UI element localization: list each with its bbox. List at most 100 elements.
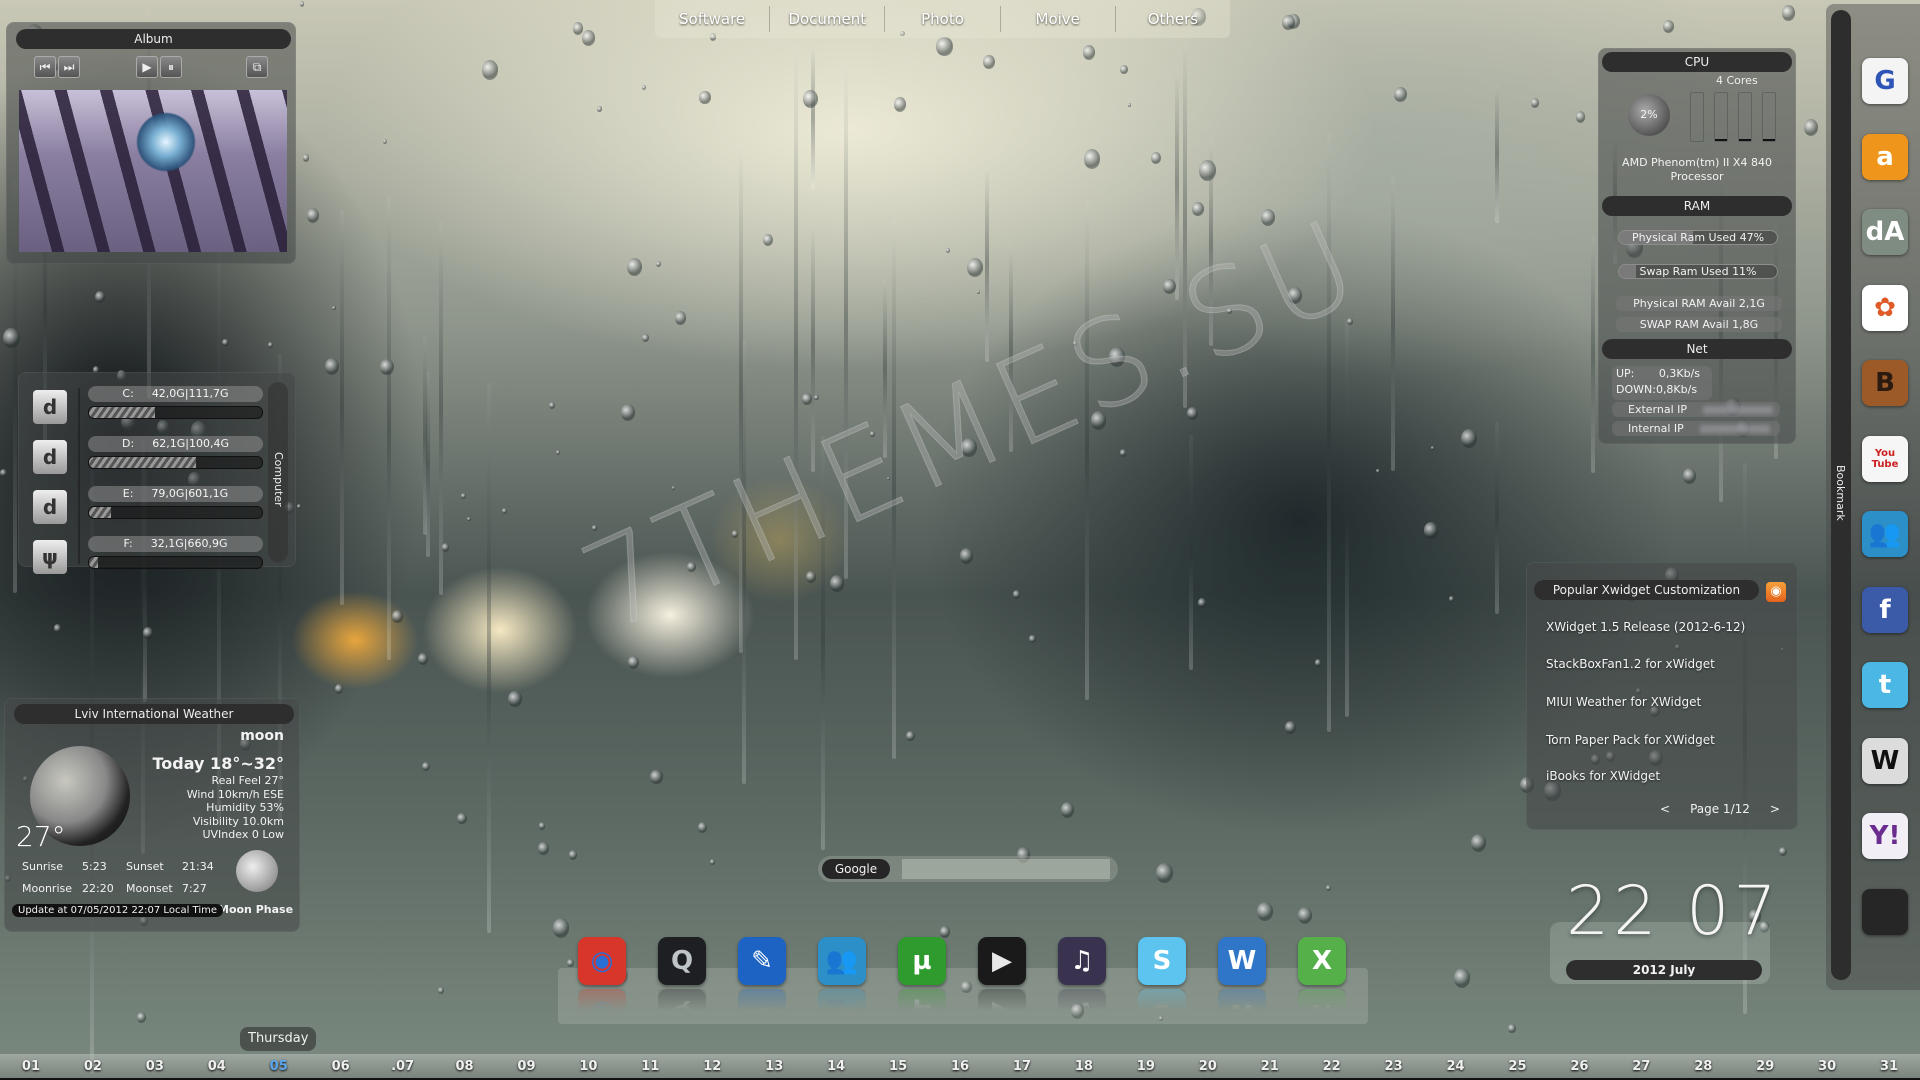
rain-drop [1298,906,1313,924]
dock-chrome-icon[interactable]: ◉ [578,937,626,985]
drive-e[interactable]: d E: 79,0G|601,1G [18,486,278,534]
rain-streak [810,45,815,189]
calendar-day[interactable]: 26 [1548,1054,1610,1078]
calendar-day-today[interactable]: 05 [248,1054,310,1078]
computer-tab[interactable]: Computer [268,382,288,562]
calendar-day[interactable]: 25 [1487,1054,1549,1078]
drive-c[interactable]: d C: 42,0G|111,7G [18,386,278,434]
drive-d[interactable]: d D: 62,1G|100,4G [18,436,278,484]
dock-media-player-icon[interactable]: ▶ [978,937,1026,985]
calendar-day[interactable]: 02 [62,1054,124,1078]
calendar-day[interactable]: 31 [1858,1054,1920,1078]
pause-button[interactable]: ⏸ [160,56,182,78]
dock-utorrent-icon[interactable]: µ [898,937,946,985]
bookmark-wikipedia-icon[interactable]: W [1862,737,1908,784]
rss-item[interactable]: Torn Paper Pack for XWidget [1546,733,1715,747]
bookmark-blogger-icon[interactable]: B [1862,360,1908,406]
calendar-day[interactable]: 19 [1115,1054,1177,1078]
calendar-day[interactable]: 13 [743,1054,805,1078]
search-engine-button[interactable]: Google [822,859,890,879]
calendar-day[interactable]: 01 [0,1054,62,1078]
rss-item[interactable]: iBooks for XWidget [1546,769,1660,783]
album-photo[interactable] [19,90,287,252]
rss-item[interactable]: MIUI Weather for XWidget [1546,695,1701,709]
rain-drop [0,468,7,477]
calendar-day[interactable]: 22 [1301,1054,1363,1078]
dock-skype-icon[interactable]: S [1138,937,1186,985]
bookmark-facebook-icon[interactable]: f [1862,586,1908,633]
moon-phase-icon [236,850,278,892]
next-button[interactable]: ⏭ [58,56,80,78]
sunrise-label: Sunrise [22,860,64,873]
drive-used: 79,0G [151,487,185,500]
drive-letter: E: [122,487,134,500]
bookmark-amazon-icon[interactable]: a [1862,133,1908,180]
calendar-day[interactable]: 17 [991,1054,1053,1078]
rain-drop [1155,862,1173,883]
calendar-day[interactable]: 15 [867,1054,929,1078]
calendar-day[interactable]: 16 [929,1054,991,1078]
category-document[interactable]: Document [770,6,886,32]
dock-excel-icon[interactable]: X [1298,937,1346,985]
drive-total: 660,9G [187,537,228,550]
rain-streak [984,165,989,362]
drive-f[interactable]: ψ F: 32,1G|660,9G [18,536,278,584]
calendar-day[interactable]: 06 [310,1054,372,1078]
upload-speed: UP: 0,3Kb/s [1616,367,1700,380]
rss-item[interactable]: XWidget 1.5 Release (2012-6-12) [1546,620,1745,634]
bookmark-twitter-icon[interactable]: t [1862,662,1908,708]
calendar-day[interactable]: 27 [1610,1054,1672,1078]
bookmark-yahoo-icon[interactable]: Y! [1862,813,1908,859]
usb-drive-icon: ψ [33,540,67,574]
previous-icon: ⏮ [39,59,51,74]
calendar-day[interactable]: 23 [1363,1054,1425,1078]
bookmark-apple-icon[interactable] [1862,888,1908,935]
play-button[interactable]: ▶ [136,56,158,78]
bookmark-messenger-icon[interactable]: 👥 [1862,511,1908,557]
physical-ram-used-value: 47% [1739,231,1765,244]
calendar-day[interactable]: 09 [496,1054,558,1078]
calendar-day[interactable]: 03 [124,1054,186,1078]
calendar-day[interactable]: 29 [1734,1054,1796,1078]
category-photo[interactable]: Photo [885,6,1001,32]
bookmark-google-icon[interactable]: G [1862,58,1908,104]
calendar-day[interactable]: 24 [1425,1054,1487,1078]
search-input[interactable] [902,859,1110,879]
dock-word-icon[interactable]: W [1218,937,1266,985]
prev-page-button[interactable]: < [1660,802,1670,816]
bookmark-live-icon[interactable]: ✿ [1862,284,1908,331]
calendar-day[interactable]: 11 [619,1054,681,1078]
rain-drop [763,233,774,246]
calendar-day[interactable]: 28 [1672,1054,1734,1078]
category-movie[interactable]: Moive [1001,6,1116,32]
calendar-day[interactable]: .07 [372,1054,434,1078]
calendar-day[interactable]: 18 [1053,1054,1115,1078]
rss-item[interactable]: StackBoxFan1.2 for xWidget [1546,657,1715,671]
calendar-day[interactable]: 21 [1239,1054,1301,1078]
rain-drop [699,90,711,105]
calendar-day[interactable]: 08 [434,1054,496,1078]
bookmark-youtube-icon[interactable]: You Tube [1862,435,1908,482]
calendar-day[interactable]: 12 [681,1054,743,1078]
calendar-day[interactable]: 30 [1796,1054,1858,1078]
calendar-day[interactable]: 10 [557,1054,619,1078]
category-software[interactable]: Software [655,6,771,32]
rss-feed-icon[interactable]: ◉ [1766,582,1786,602]
dock-messenger-icon[interactable]: 👥 [818,937,866,985]
dock-quicktime-icon[interactable]: Q [658,937,706,985]
window-mode-button[interactable]: ⧉ [246,56,268,78]
rain-drop [940,926,950,938]
calendar-day[interactable]: 14 [805,1054,867,1078]
calendar-day[interactable]: 04 [186,1054,248,1078]
previous-button[interactable]: ⏮ [34,56,56,78]
calendar-day[interactable]: 20 [1177,1054,1239,1078]
dock-itunes-icon[interactable]: ♫ [1058,937,1106,985]
drive-used: 32,1G [150,537,184,550]
bookmark-deviantart-icon[interactable]: dA [1862,209,1908,255]
next-page-button[interactable]: > [1770,802,1780,816]
internal-ip: Internal IP [1612,421,1780,436]
dock-pages-writer-icon[interactable]: ✎ [738,937,786,985]
rain-drop [710,859,715,865]
category-others[interactable]: Others [1116,6,1230,32]
current-temperature: 27° [16,820,66,853]
